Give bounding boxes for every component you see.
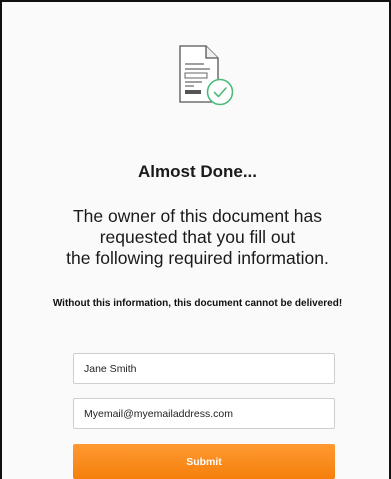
dialog-title: Almost Done...: [137, 162, 257, 181]
request-message-line: requested that you fill out: [99, 227, 296, 247]
request-message: The owner of this document has requested…: [2, 206, 391, 269]
warning-text: Without this information, this document …: [52, 298, 343, 309]
name-input[interactable]: [73, 353, 335, 384]
submit-button[interactable]: Submit: [73, 444, 335, 479]
email-input[interactable]: [73, 398, 335, 429]
request-message-line: the following required information.: [66, 248, 329, 268]
document-check-icon: [179, 45, 234, 106]
dialog-frame: Almost Done... The owner of this documen…: [0, 0, 391, 479]
request-message-line: The owner of this document has: [72, 206, 323, 226]
